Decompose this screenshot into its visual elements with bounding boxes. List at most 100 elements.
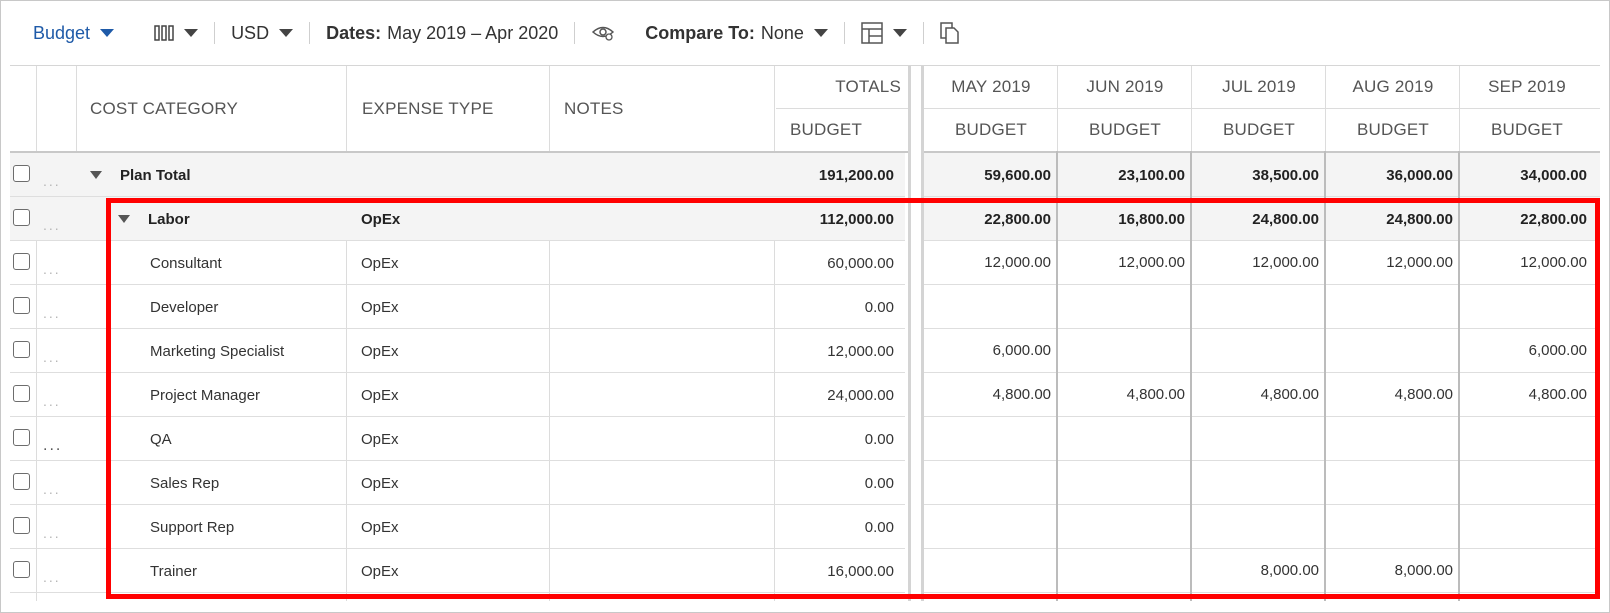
currency-selector[interactable]: USD [231, 0, 294, 66]
expense-type-cell[interactable]: OpEx [361, 285, 541, 329]
month-budget-cell[interactable]: 6,000.00 [924, 329, 1058, 373]
month-budget-cell[interactable] [1192, 461, 1326, 505]
expense-type-cell[interactable]: OpEx [361, 549, 541, 593]
month-budget-cell[interactable]: 4,800.00 [1058, 373, 1192, 417]
month-budget-cell[interactable] [1058, 505, 1192, 549]
row-menu-handle[interactable]: ... [43, 305, 61, 321]
month-budget-cell[interactable] [1326, 505, 1460, 549]
month-budget-cell[interactable] [1058, 285, 1192, 329]
month-budget-cell[interactable]: 22,800.00 [924, 197, 1058, 241]
month-budget-cell[interactable] [924, 417, 1058, 461]
expense-type-cell[interactable]: OpEx [361, 373, 541, 417]
row-menu-handle[interactable]: ... [43, 569, 61, 585]
column-header-totals[interactable]: TOTALS [776, 66, 901, 108]
month-budget-cell[interactable]: 12,000.00 [1326, 241, 1460, 285]
column-header-month[interactable]: AUG 2019 [1326, 66, 1460, 108]
expense-type-cell[interactable]: OpEx [361, 241, 541, 285]
notes-cell[interactable] [550, 285, 773, 329]
month-budget-cell[interactable]: 4,800.00 [1326, 373, 1460, 417]
month-budget-cell[interactable] [1058, 329, 1192, 373]
copy-button[interactable] [940, 0, 960, 66]
row-checkbox[interactable] [13, 385, 30, 402]
row-menu-handle[interactable]: ... [43, 437, 62, 455]
month-budget-cell[interactable] [1326, 285, 1460, 329]
column-header-notes[interactable]: NOTES [564, 66, 624, 152]
column-header-month[interactable]: MAY 2019 [924, 66, 1058, 108]
month-budget-cell[interactable] [1192, 329, 1326, 373]
month-budget-cell[interactable] [1058, 461, 1192, 505]
row-menu-handle[interactable]: ... [43, 525, 61, 541]
month-budget-cell[interactable] [924, 461, 1058, 505]
row-menu-handle[interactable]: ... [43, 393, 61, 409]
expense-type-cell[interactable]: OpEx [361, 329, 541, 373]
month-budget-cell[interactable] [924, 505, 1058, 549]
month-budget-cell[interactable] [1460, 417, 1594, 461]
row-menu-handle[interactable]: ... [43, 217, 61, 233]
column-header-month[interactable]: JUL 2019 [1192, 66, 1326, 108]
layout-selector[interactable] [861, 0, 907, 66]
notes-cell[interactable] [550, 373, 773, 417]
compare-to-selector[interactable]: Compare To: None [645, 0, 828, 66]
month-budget-cell[interactable] [924, 285, 1058, 329]
month-budget-cell[interactable] [1326, 461, 1460, 505]
notes-cell[interactable] [550, 197, 773, 241]
row-checkbox[interactable] [13, 473, 30, 490]
column-header-cost-category[interactable]: COST CATEGORY [90, 66, 238, 152]
notes-cell[interactable] [550, 153, 773, 197]
expand-caret-icon[interactable] [118, 215, 130, 223]
month-budget-cell[interactable]: 6,000.00 [1460, 329, 1594, 373]
month-budget-cell[interactable]: 16,800.00 [1058, 197, 1192, 241]
month-budget-cell[interactable] [1192, 505, 1326, 549]
month-budget-cell[interactable]: 12,000.00 [924, 241, 1058, 285]
month-budget-cell[interactable]: 36,000.00 [1326, 153, 1460, 197]
visibility-settings-button[interactable] [591, 0, 615, 66]
month-budget-cell[interactable]: 24,800.00 [1192, 197, 1326, 241]
month-budget-cell[interactable] [924, 549, 1058, 593]
expense-type-cell[interactable]: OpEx [361, 505, 541, 549]
month-budget-cell[interactable] [1460, 285, 1594, 329]
row-menu-handle[interactable]: ... [43, 349, 61, 365]
month-budget-cell[interactable]: 34,000.00 [1460, 153, 1594, 197]
notes-cell[interactable] [550, 505, 773, 549]
month-budget-cell[interactable] [1058, 417, 1192, 461]
notes-cell[interactable] [550, 329, 773, 373]
row-menu-handle[interactable]: ... [43, 173, 61, 189]
row-menu-handle[interactable]: ... [43, 261, 61, 277]
expand-caret-icon[interactable] [90, 171, 102, 179]
expense-type-cell[interactable]: OpEx [361, 461, 541, 505]
month-budget-cell[interactable] [1058, 549, 1192, 593]
expense-type-cell[interactable]: OpEx [361, 197, 541, 241]
month-budget-cell[interactable]: 23,100.00 [1058, 153, 1192, 197]
row-checkbox[interactable] [13, 297, 30, 314]
month-budget-cell[interactable] [1192, 417, 1326, 461]
row-checkbox[interactable] [13, 165, 30, 182]
month-budget-cell[interactable]: 12,000.00 [1058, 241, 1192, 285]
month-budget-cell[interactable]: 4,800.00 [1460, 373, 1594, 417]
month-budget-cell[interactable]: 4,800.00 [1192, 373, 1326, 417]
row-checkbox[interactable] [13, 209, 30, 226]
notes-cell[interactable] [550, 549, 773, 593]
month-budget-cell[interactable]: 8,000.00 [1326, 549, 1460, 593]
month-budget-cell[interactable] [1326, 329, 1460, 373]
notes-cell[interactable] [550, 461, 773, 505]
month-budget-cell[interactable] [1460, 549, 1594, 593]
notes-cell[interactable] [550, 417, 773, 461]
row-menu-handle[interactable]: ... [43, 481, 61, 497]
columns-selector[interactable] [154, 0, 199, 66]
notes-cell[interactable] [550, 241, 773, 285]
expense-type-cell[interactable]: OpEx [361, 417, 541, 461]
row-checkbox[interactable] [13, 253, 30, 270]
month-budget-cell[interactable]: 12,000.00 [1460, 241, 1594, 285]
month-budget-cell[interactable]: 59,600.00 [924, 153, 1058, 197]
date-range-selector[interactable]: Dates: May 2019 – Apr 2020 [326, 0, 558, 66]
month-budget-cell[interactable] [1460, 461, 1594, 505]
row-checkbox[interactable] [13, 561, 30, 578]
column-header-month[interactable]: SEP 2019 [1460, 66, 1594, 108]
column-header-expense-type[interactable]: EXPENSE TYPE [362, 66, 494, 152]
row-checkbox[interactable] [13, 341, 30, 358]
month-budget-cell[interactable] [1326, 417, 1460, 461]
month-budget-cell[interactable]: 22,800.00 [1460, 197, 1594, 241]
month-budget-cell[interactable] [1460, 505, 1594, 549]
view-selector[interactable]: Budget [33, 0, 115, 66]
month-budget-cell[interactable]: 12,000.00 [1192, 241, 1326, 285]
